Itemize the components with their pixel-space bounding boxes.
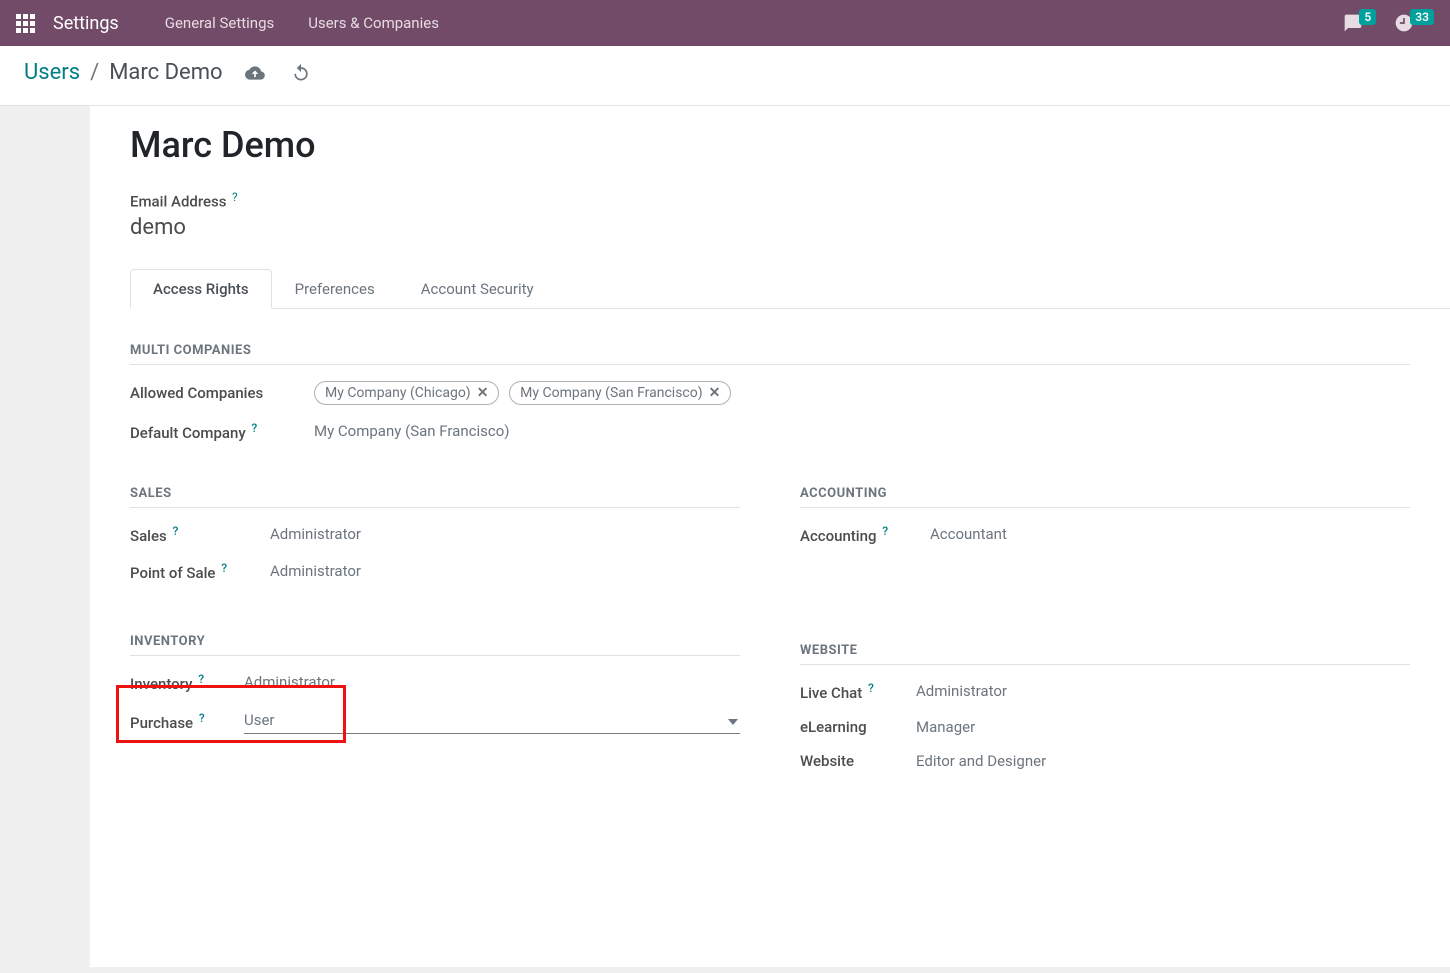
breadcrumb: Users / Marc Demo xyxy=(0,46,1450,106)
default-company-label: Default Company xyxy=(130,424,246,442)
tag-remove-icon[interactable]: ✕ xyxy=(709,385,721,401)
inventory-label: Inventory xyxy=(130,675,192,693)
accounting-value[interactable]: Accountant xyxy=(930,525,1410,543)
help-icon[interactable]: ? xyxy=(221,561,227,575)
help-icon[interactable]: ? xyxy=(232,190,238,204)
page-title: Marc Demo xyxy=(130,124,1450,166)
section-inventory: INVENTORY xyxy=(130,634,740,656)
company-tag[interactable]: My Company (Chicago) ✕ xyxy=(314,381,499,405)
inventory-value[interactable]: Administrator xyxy=(244,673,740,691)
section-multi-companies: MULTI COMPANIES xyxy=(130,343,1410,365)
tag-label: My Company (San Francisco) xyxy=(520,385,702,401)
app-title[interactable]: Settings xyxy=(53,13,119,34)
tab-access-rights[interactable]: Access Rights xyxy=(130,269,272,309)
email-value[interactable]: demo xyxy=(130,215,1450,240)
activities-badge: 33 xyxy=(1410,9,1434,25)
tab-preferences[interactable]: Preferences xyxy=(272,269,398,309)
help-icon[interactable]: ? xyxy=(882,524,888,538)
activities-button[interactable]: 33 xyxy=(1394,13,1434,33)
sales-label: Sales xyxy=(130,527,167,545)
default-company-value[interactable]: My Company (San Francisco) xyxy=(314,422,1410,440)
discard-icon[interactable] xyxy=(291,63,311,83)
purchase-label: Purchase xyxy=(130,714,193,732)
allowed-companies-value[interactable]: My Company (Chicago) ✕ My Company (San F… xyxy=(314,381,1410,405)
elearning-label: eLearning xyxy=(800,718,867,736)
top-navbar: Settings General Settings Users & Compan… xyxy=(0,0,1450,46)
nav-users-companies[interactable]: Users & Companies xyxy=(308,14,439,32)
help-icon[interactable]: ? xyxy=(172,524,178,538)
accounting-label: Accounting xyxy=(800,527,876,545)
help-icon[interactable]: ? xyxy=(251,421,257,435)
livechat-value[interactable]: Administrator xyxy=(916,682,1410,700)
form-view: Marc Demo Email Address ? demo Access Ri… xyxy=(90,106,1450,967)
company-tag[interactable]: My Company (San Francisco) ✕ xyxy=(509,381,731,405)
elearning-value[interactable]: Manager xyxy=(916,718,1410,736)
breadcrumb-separator: / xyxy=(90,60,99,85)
tag-label: My Company (Chicago) xyxy=(325,385,471,401)
website-field-label: Website xyxy=(800,752,854,770)
purchase-select[interactable] xyxy=(244,709,740,734)
messages-badge: 5 xyxy=(1359,9,1376,25)
website-field-value[interactable]: Editor and Designer xyxy=(916,752,1410,770)
apps-grid-icon[interactable] xyxy=(16,14,35,33)
help-icon[interactable]: ? xyxy=(868,681,874,695)
livechat-label: Live Chat xyxy=(800,684,862,702)
tab-account-security[interactable]: Account Security xyxy=(398,269,557,309)
breadcrumb-parent[interactable]: Users xyxy=(24,60,80,85)
section-website: WEBSITE xyxy=(800,643,1410,665)
email-label: Email Address xyxy=(130,193,227,211)
help-icon[interactable]: ? xyxy=(199,711,205,725)
tab-bar: Access Rights Preferences Account Securi… xyxy=(130,268,1450,309)
pos-label: Point of Sale xyxy=(130,564,215,582)
email-field-block: Email Address ? demo xyxy=(130,190,1450,240)
pos-value[interactable]: Administrator xyxy=(270,562,740,580)
cloud-save-icon[interactable] xyxy=(245,63,265,83)
section-accounting: ACCOUNTING xyxy=(800,486,1410,508)
section-sales: SALES xyxy=(130,486,740,508)
sales-value[interactable]: Administrator xyxy=(270,525,740,543)
nav-general-settings[interactable]: General Settings xyxy=(165,14,275,32)
allowed-companies-label: Allowed Companies xyxy=(130,384,314,402)
messages-button[interactable]: 5 xyxy=(1343,13,1376,33)
help-icon[interactable]: ? xyxy=(198,672,204,686)
breadcrumb-current: Marc Demo xyxy=(109,60,222,85)
tag-remove-icon[interactable]: ✕ xyxy=(477,385,489,401)
